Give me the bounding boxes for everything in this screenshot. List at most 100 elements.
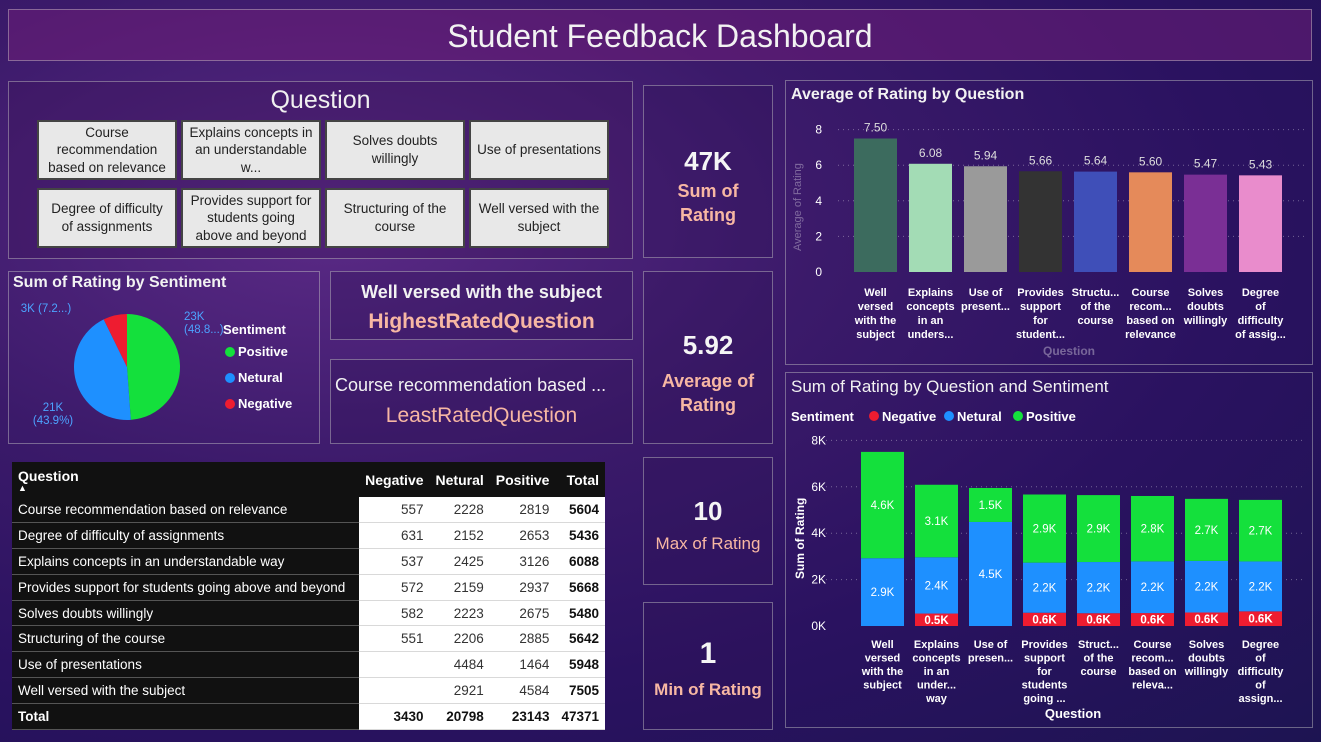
avg-x-tick: Degree	[1242, 287, 1279, 299]
header-neutral[interactable]: Netural	[429, 462, 490, 497]
stack-legend-title: Sentiment	[791, 409, 855, 424]
cell-total: 5642	[555, 625, 605, 653]
slicer-item[interactable]: Degree of difficulty of assignments	[37, 188, 177, 248]
avg-bar	[854, 138, 897, 272]
slicer-item[interactable]: Explains concepts in an understandable w…	[181, 120, 321, 180]
total-value: 20798	[429, 703, 490, 730]
cell-negative: 557	[359, 497, 430, 524]
avg-x-tick: willingly	[1183, 315, 1228, 327]
avg-x-tick: in an	[918, 315, 944, 327]
avg-x-tick: Solves	[1188, 287, 1223, 299]
avg-x-tick: Structu...	[1072, 287, 1120, 299]
avg-x-tick: unders...	[908, 329, 954, 341]
cell-question: Well versed with the subject	[12, 677, 360, 704]
avg-x-tick: student...	[1016, 329, 1065, 341]
slicer-item[interactable]: Course recommendation based on relevance	[37, 120, 177, 180]
stack-y-tick: 6K	[811, 480, 826, 494]
slicer-item[interactable]: Well versed with the subject	[469, 188, 609, 248]
stack-x-tick: of	[1255, 653, 1266, 665]
stack-x-axis-label: Question	[1045, 706, 1101, 721]
cell-positive: 2653	[489, 522, 556, 550]
avg-bar	[1129, 172, 1172, 272]
stack-x-tick: concepts	[912, 653, 960, 665]
legend-marker-positive	[1013, 411, 1023, 421]
stack-x-tick: in an	[924, 666, 950, 678]
legend-label-negative: Negative	[238, 396, 292, 411]
table-row[interactable]: Explains concepts in an understandable w…	[12, 548, 605, 575]
highest-rated-value: Well versed with the subject	[361, 282, 602, 302]
pie-slice-positive	[127, 314, 181, 420]
pie-data-label: 3K (7.2...)	[21, 303, 72, 315]
legend-label-netural: Netural	[957, 409, 1002, 424]
avg-x-tick: with the	[854, 315, 897, 327]
header-total[interactable]: Total	[555, 462, 605, 497]
avg-y-tick: 6	[815, 158, 822, 172]
pie-data-label: 23K (48.8...)	[184, 311, 224, 336]
avg-x-tick: difficulty	[1238, 315, 1285, 327]
cell-neutral: 2921	[429, 677, 490, 704]
table-row[interactable]: Use of presentations 4484 1464 5948	[12, 651, 605, 679]
kpi-sum-card: 47K Sum of Rating	[643, 85, 773, 258]
table-total-row: Total 3430 20798 23143 47371	[12, 703, 605, 730]
average-bar-chart[interactable]: Average of Rating by Question 0 2 4 6 8 Averag…	[786, 81, 1312, 364]
table-row[interactable]: Degree of difficulty of assignments 631 21…	[12, 522, 605, 550]
stack-x-tick: support	[1024, 653, 1065, 665]
stack-data-label: 0.6K	[1194, 614, 1219, 626]
pie-chart-panel: Sum of Rating by Sentiment 23K (48.8...) 2…	[8, 271, 320, 444]
stack-x-tick: difficulty	[1238, 666, 1285, 678]
header-negative[interactable]: Negative	[359, 462, 430, 497]
cell-question: Use of presentations	[12, 651, 360, 679]
header-positive[interactable]: Positive	[489, 462, 556, 497]
stack-x-tick: under...	[917, 680, 956, 692]
stack-y-tick: 2K	[811, 573, 826, 587]
avg-x-tick: course	[1077, 315, 1113, 327]
cell-positive: 1464	[489, 651, 556, 679]
avg-x-tick: relevance	[1125, 329, 1176, 341]
stack-data-label: 2.2K	[1249, 581, 1273, 593]
stack-x-tick: way	[925, 693, 948, 705]
stack-x-tick: of	[1255, 680, 1266, 692]
header-question[interactable]: Question ▲	[12, 462, 360, 497]
legend-marker-netural	[225, 373, 235, 383]
slicer-item[interactable]: Use of presentations	[469, 120, 609, 180]
total-value: 47371	[555, 703, 605, 730]
avg-data-label: 6.08	[919, 146, 943, 160]
kpi-average-value: 5.92	[682, 330, 734, 360]
table-header-row: Question ▲ Negative Netural Positive Tota…	[12, 462, 605, 497]
cell-total: 5948	[555, 651, 605, 679]
avg-x-tick: support	[1020, 301, 1061, 313]
cell-total: 5604	[555, 497, 605, 524]
pie-chart[interactable]: 23K (48.8...) 21K (43.9%) 3K (7.2...) Sentime…	[9, 272, 319, 442]
stack-data-label: 2.2K	[1033, 583, 1057, 595]
avg-x-tick: Well	[864, 287, 886, 299]
stack-x-tick: releva...	[1132, 680, 1173, 692]
stack-data-label: 0.6K	[1140, 615, 1165, 627]
stack-x-tick: versed	[865, 653, 900, 665]
table-row[interactable]: Provides support for students going abov…	[12, 574, 605, 601]
table-row[interactable]: Well versed with the subject 2921 4584 7505	[12, 677, 605, 704]
cell-question: Course recommendation based on relevance	[12, 497, 360, 524]
cell-positive: 4584	[489, 677, 556, 704]
least-rated-label: LeastRatedQuestion	[385, 404, 578, 427]
avg-x-tick: based on	[1126, 315, 1175, 327]
slicer-item[interactable]: Provides support for students going abov…	[181, 188, 321, 248]
cell-neutral: 2223	[429, 600, 490, 627]
table-row[interactable]: Solves doubts willingly 582 2223 2675 5480	[12, 600, 605, 627]
avg-x-tick: recom...	[1129, 301, 1171, 313]
cell-neutral: 4484	[429, 651, 490, 679]
avg-x-tick: concepts	[906, 301, 954, 313]
cell-negative: 537	[359, 548, 430, 575]
slicer-item[interactable]: Structuring of the course	[325, 188, 465, 248]
stack-x-tick: Degree	[1242, 639, 1279, 651]
kpi-average-label: Average of Rating	[661, 371, 755, 416]
avg-data-label: 5.60	[1139, 154, 1163, 168]
cell-positive: 2675	[489, 600, 556, 627]
slicer-item[interactable]: Solves doubts willingly	[325, 120, 465, 180]
stacked-bar-chart[interactable]: Sum of Rating by Question and Sentiment S…	[786, 373, 1312, 727]
stack-x-tick: based on	[1128, 666, 1177, 678]
stack-y-tick: 8K	[811, 433, 826, 447]
stack-data-label: 2.9K	[1033, 524, 1057, 536]
table-row[interactable]: Course recommendation based on relevance…	[12, 497, 605, 524]
table-row[interactable]: Structuring of the course 551 2206 2885 5642	[12, 625, 605, 653]
avg-x-tick: Provides	[1017, 287, 1063, 299]
